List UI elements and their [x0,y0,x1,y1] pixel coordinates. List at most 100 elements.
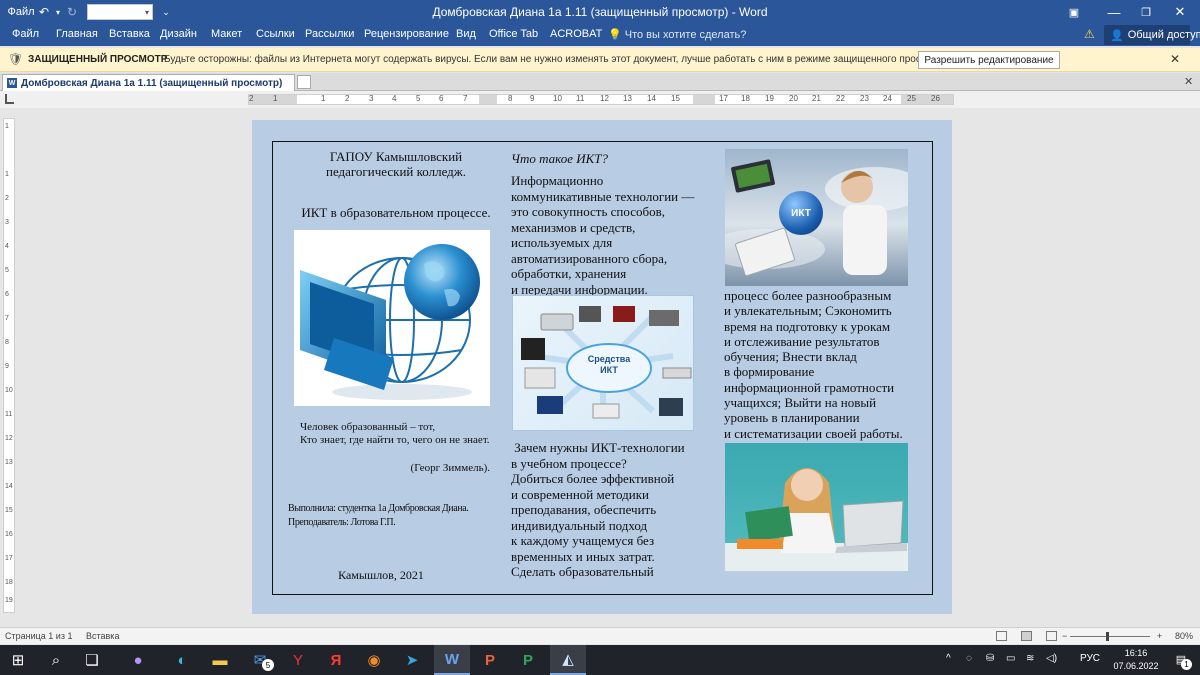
girl-illustration [725,468,908,571]
page-counter[interactable]: Страница 1 из 1 [5,631,72,641]
mail-badge: 5 [262,659,274,671]
tab-references[interactable]: Ссылки [256,28,295,40]
app-taskbar-icon[interactable]: ◭ [550,645,586,675]
read-mode-icon[interactable] [996,631,1007,641]
close-window-icon[interactable]: ✕ [1160,0,1200,24]
tell-me-search[interactable]: 💡 Что вы хотите сделать? [608,28,746,41]
ruler-number: 10 [553,94,562,103]
search-icon[interactable]: ⌕ [38,645,74,675]
volume-icon[interactable]: ◁) [1046,653,1057,664]
tab-design[interactable]: Дизайн [160,28,197,40]
yandex-browser-icon[interactable]: Y [280,645,316,675]
tab-selector-icon[interactable] [5,94,14,104]
tab-insert[interactable]: Вставка [109,28,150,40]
ruler-number: 19 [765,94,774,103]
ruler-number: 20 [789,94,798,103]
vruler-number: 14 [5,483,13,490]
file-explorer-icon[interactable]: ▬ [202,645,238,675]
enable-editing-button[interactable]: Разрешить редактирование [918,51,1060,69]
vruler-number: 2 [5,195,9,202]
text-line: обучения; Внести вклад [724,349,857,365]
yandex-icon[interactable]: Я [318,645,354,675]
telegram-icon[interactable]: ➤ [394,645,430,675]
zoom-out-icon[interactable]: − [1062,631,1067,641]
text-line: обработки, хранения [511,266,627,281]
vruler-number: 7 [5,315,9,322]
horizontal-ruler[interactable]: 2 1 1 2 3 4 5 6 7 8 9 10 11 12 13 14 15 … [248,94,954,105]
publisher-icon[interactable]: P [510,645,546,675]
vruler-number: 3 [5,219,9,226]
weather-icon[interactable]: ◌ [966,653,972,664]
mail-icon[interactable]: ✉ 5 [242,645,278,675]
ruler-number: 14 [647,94,656,103]
vruler-number: 5 [5,267,9,274]
tab-office-tab[interactable]: Office Tab [489,28,538,40]
edge-browser-icon[interactable]: ◐ [164,645,200,675]
close-icon[interactable]: ✕ [1170,52,1180,66]
new-tab-button[interactable] [297,75,311,89]
document-tab[interactable]: W Домбровская Диана 1а 1.11 (защищенный … [2,74,295,91]
title-bar: Файл ↶ ▾ ↻ ▾ ⌄ Домбровская Диана 1а 1.11… [0,0,1200,24]
ruler-number: 18 [741,94,750,103]
word-taskbar-icon[interactable]: W [434,645,470,675]
tab-view[interactable]: Вид [456,28,476,40]
text-line: используемых для [511,235,613,250]
text-line: Информационно [511,173,604,188]
boy-with-ict-globe-image: ИКТ [725,149,908,286]
word-doc-icon: W [7,78,17,88]
windows-start-icon[interactable]: ⊞ [0,645,36,675]
zoom-slider-thumb[interactable] [1106,632,1109,641]
zoom-in-icon[interactable]: + [1157,631,1162,641]
zoom-slider-track[interactable] [1070,636,1150,637]
alice-assistant-icon[interactable]: ● [120,645,156,675]
language-indicator[interactable]: РУС [1080,653,1100,664]
tab-layout[interactable]: Макет [211,28,242,40]
vruler-number: 4 [5,243,9,250]
ruler-number: 5 [416,94,421,103]
document-tab-bar: W Домбровская Диана 1а 1.11 (защищенный … [0,73,1200,91]
tab-acrobat[interactable]: ACROBAT [550,28,602,40]
web-layout-icon[interactable] [1046,631,1057,641]
wifi-icon[interactable]: ≋ [1026,653,1034,664]
zoom-level[interactable]: 80% [1175,631,1193,641]
vruler-number: 1 [5,123,9,130]
clock[interactable]: 16:16 07.06.2022 [1108,647,1164,673]
protected-view-message: Будьте осторожны: файлы из Интернета мог… [164,54,952,65]
tab-file[interactable]: Файл [12,28,39,40]
vruler-number: 13 [5,459,13,466]
vruler-number: 12 [5,435,13,442]
tab-home[interactable]: Главная [56,28,98,40]
text-line: механизмов и средств, [511,219,636,235]
battery-icon[interactable]: ▭ [1006,653,1015,664]
tab-mailings[interactable]: Рассылки [305,28,354,40]
show-hidden-icons-icon[interactable]: ^ [946,653,951,664]
input-mode[interactable]: Вставка [86,631,119,641]
powerpoint-icon[interactable]: P [472,645,508,675]
ruler-number: 22 [836,94,845,103]
notifications-icon[interactable]: ▤ 1 [1172,650,1192,670]
print-layout-icon[interactable] [1021,631,1032,641]
text-line: Добиться более эффективной [511,471,675,486]
task-view-icon[interactable]: ❏ [74,645,110,675]
ruler-number: 23 [860,94,869,103]
ribbon-display-options-icon[interactable]: ▣ [1054,0,1094,24]
warning-icon[interactable]: ⚠ [1084,27,1095,41]
ruler-number: 4 [392,94,397,103]
burner-app-icon[interactable]: ◉ [356,645,392,675]
college-title: ГАПОУ Камышловский педагогический коллед… [296,149,496,179]
ruler-column-gap [479,95,497,104]
ruler-number: 21 [812,94,821,103]
share-button[interactable]: 👤 Общий доступ [1104,25,1200,45]
close-tab-icon[interactable]: ✕ [1184,75,1193,88]
network-status-icon[interactable]: ⛁ [986,653,994,664]
ruler-number: 13 [623,94,632,103]
quote-author: (Георг Зиммель). [410,462,490,474]
vertical-ruler[interactable]: 1 1 2 3 4 5 6 7 8 9 10 11 12 13 14 15 16… [3,118,15,613]
clock-date: 07.06.2022 [1113,661,1159,671]
text-line: и отслеживание результатов [724,333,880,349]
ict-devices-diagram: Средства ИКТ [512,295,694,431]
tab-review[interactable]: Рецензирование [364,28,449,40]
ruler-number: 8 [508,94,513,103]
text-line: коммуникативные технологии — [511,188,695,204]
ruler-number: 1 [321,94,326,103]
